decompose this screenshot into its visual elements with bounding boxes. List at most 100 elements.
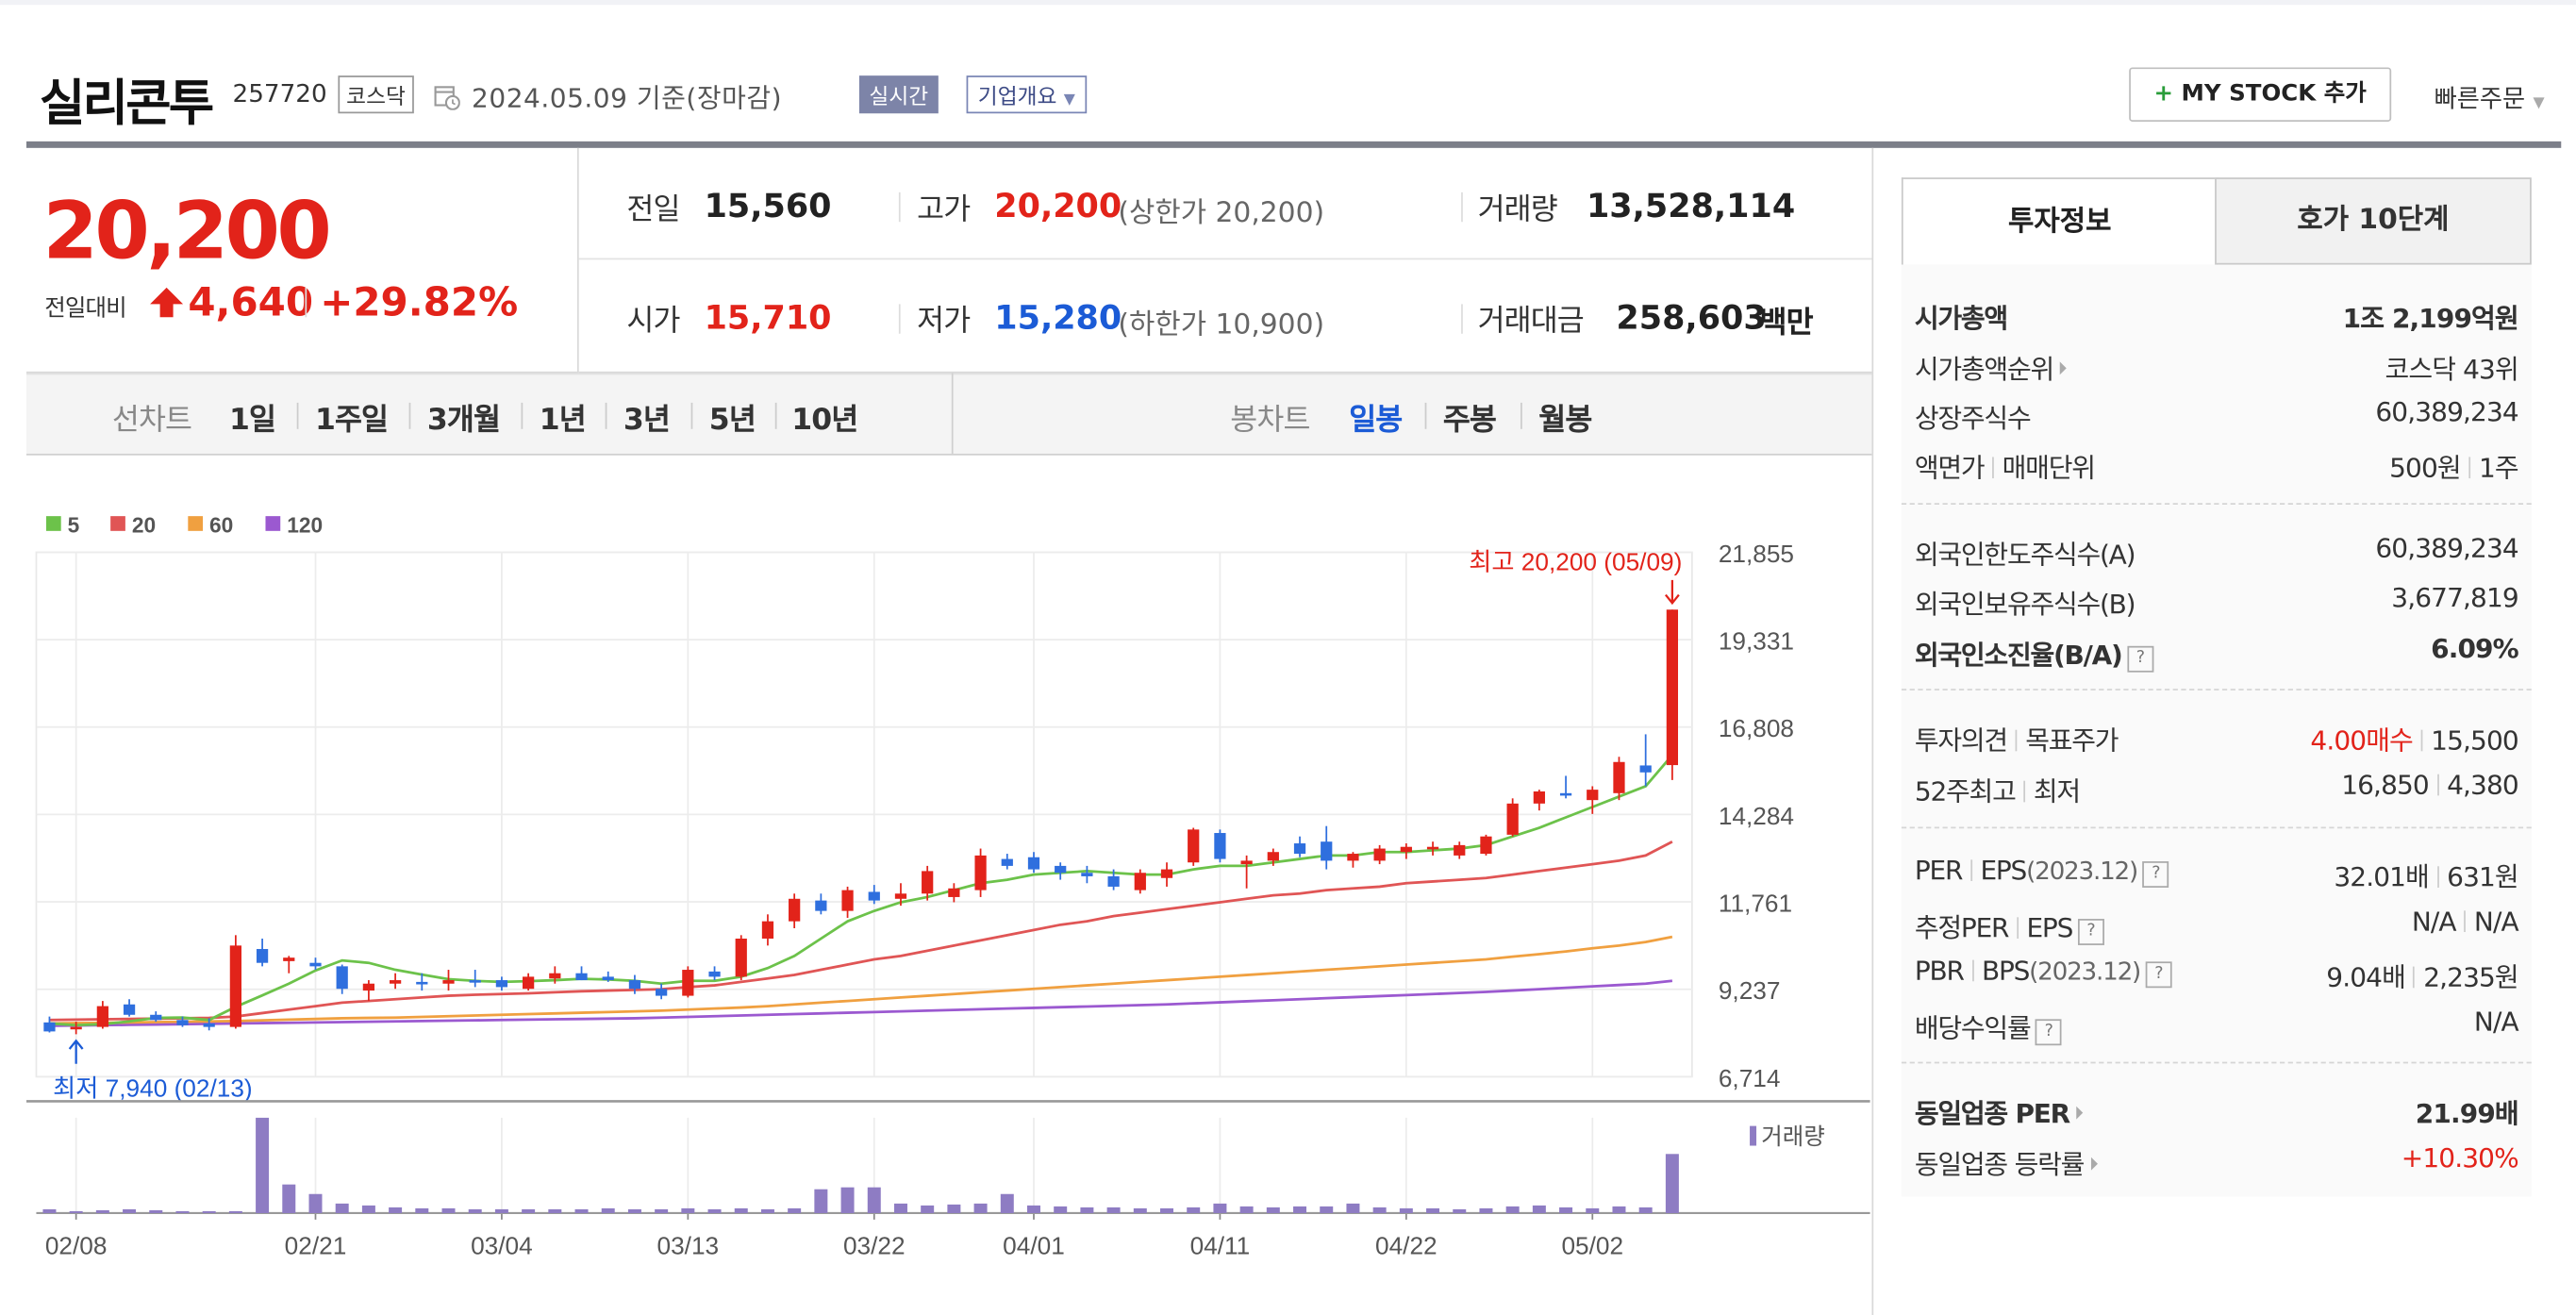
volume-bar — [149, 1209, 163, 1213]
week52-label: 52주최고 최저 — [1915, 769, 2081, 808]
y-tick-label: 16,808 — [1719, 714, 1794, 742]
divider — [305, 287, 307, 318]
divider — [1461, 304, 1463, 334]
volume-bar — [947, 1204, 961, 1213]
help-icon[interactable]: ? — [2126, 645, 2153, 673]
industry-rate-label: 동일업종 등락률 — [1914, 1149, 2085, 1181]
candle-body — [495, 980, 508, 988]
add-my-stock-button[interactable]: + MY STOCK 추가 — [2129, 67, 2392, 122]
legend-swatch — [45, 516, 61, 531]
volume-bar — [601, 1207, 615, 1213]
company-overview-dropdown[interactable]: 기업개요 ▼ — [966, 75, 1088, 114]
volume-bar — [760, 1208, 774, 1213]
chevron-down-icon: ▼ — [1063, 92, 1075, 109]
candle-body — [309, 962, 322, 967]
divider — [690, 402, 693, 429]
opinion-target-label: 투자의견 목표주가 — [1915, 718, 2119, 757]
volume-bar — [228, 1210, 242, 1213]
cap-rank-row[interactable]: 시가총액순위 — [1915, 347, 2067, 387]
candle-body — [682, 970, 694, 996]
candle-body — [416, 981, 428, 985]
help-icon[interactable]: ? — [2035, 1019, 2062, 1046]
divider — [2436, 866, 2439, 888]
line-chart-label: 선차트 — [111, 402, 192, 438]
eps-label: EPS — [1980, 855, 2027, 887]
candle-body — [442, 980, 455, 984]
prev-close-value: 15,560 — [704, 185, 832, 225]
volume-bar — [655, 1208, 669, 1213]
tab-3m[interactable]: 3개월 — [427, 396, 501, 439]
tab-weekly[interactable]: 주봉 — [1443, 396, 1497, 439]
industry-per-row[interactable]: 동일업종 PER — [1915, 1091, 2083, 1131]
volume-bar — [308, 1193, 323, 1213]
x-tick-label: 04/22 — [1375, 1232, 1438, 1260]
quick-order-link[interactable]: 빠른주문 ▼ — [2435, 80, 2545, 115]
trade-amount-unit: 백만 — [1759, 306, 1814, 341]
volume-bar — [548, 1208, 562, 1213]
tab-3y[interactable]: 3년 — [623, 396, 671, 439]
volume-bar — [1133, 1207, 1147, 1213]
per-eps-label: PER EPS(2023.12)? — [1915, 855, 2169, 888]
candle-body — [1240, 860, 1253, 865]
price-up-icon — [150, 287, 184, 318]
candle-body — [70, 1026, 82, 1030]
candle-body — [203, 1023, 215, 1027]
volume-bar — [921, 1205, 935, 1213]
industry-rate-row[interactable]: 동일업종 등락률 — [1914, 1142, 2098, 1182]
candle-body — [1055, 865, 1067, 874]
realtime-button[interactable]: 실시간 — [858, 75, 939, 114]
candle-body — [176, 1020, 189, 1025]
volume-bar — [788, 1207, 802, 1213]
candle-body — [948, 888, 960, 897]
volume-bar — [468, 1208, 482, 1213]
tab-monthly[interactable]: 월봉 — [1538, 396, 1592, 439]
tab-5y[interactable]: 5년 — [709, 396, 756, 439]
est-per-eps-value: N/A N/A — [2268, 906, 2519, 938]
divider — [951, 373, 954, 454]
tab-1w[interactable]: 1주일 — [315, 396, 389, 439]
pbr-bps-label: PBR BPS(2023.12)? — [1914, 955, 2172, 989]
trade-unit-label: 매매단위 — [2002, 452, 2096, 484]
listed-shares-label: 상장주식수 — [1914, 402, 2032, 435]
week52-value: 16,850 4,380 — [2268, 769, 2518, 800]
ma5-line — [49, 754, 1673, 1027]
price-rate: +29.82% — [320, 279, 519, 326]
candle-body — [469, 980, 481, 983]
prev-close-label: 전일 — [626, 191, 680, 227]
min-arrow-icon — [68, 1039, 84, 1064]
candle-body — [336, 966, 348, 990]
tab-invest-info[interactable]: 투자정보 — [1901, 177, 2219, 265]
candlestick-chart[interactable]: 21,855 19,331 16,808 14,284 11,761 9,237 6,714… — [25, 493, 1870, 1266]
volume-bar — [1213, 1203, 1227, 1213]
candle-body — [1587, 790, 1599, 801]
tab-10y[interactable]: 10년 — [791, 396, 858, 439]
divider — [1424, 402, 1427, 429]
divider — [1871, 147, 1874, 1315]
pbr-label: PBR — [1914, 955, 1965, 987]
volume-bar — [256, 1117, 270, 1213]
candle-body — [974, 855, 987, 891]
est-per-value: N/A — [2411, 906, 2457, 938]
calendar-clock-icon — [434, 86, 460, 110]
candle-body — [1293, 843, 1306, 855]
chevron-down-icon: ▼ — [2533, 95, 2545, 112]
legend-label: 20 — [132, 513, 156, 538]
tab-hoga-10[interactable]: 호가 10단계 — [2215, 177, 2532, 265]
tab-1d[interactable]: 1일 — [229, 396, 276, 439]
divider — [408, 402, 411, 429]
candle-body — [150, 1014, 162, 1021]
tab-1y[interactable]: 1년 — [540, 396, 587, 439]
help-icon[interactable]: ? — [2145, 961, 2172, 989]
help-icon[interactable]: ? — [2142, 861, 2169, 888]
legend-swatch — [188, 516, 204, 531]
foreign-limit-value: 60,389,234 — [2375, 532, 2518, 564]
candle-body — [708, 971, 721, 977]
cap-rank-value: 코스닥 43위 — [2385, 353, 2518, 385]
low-value: 15,280 — [994, 297, 1122, 338]
help-icon[interactable]: ? — [2077, 919, 2104, 945]
volume-bar — [1000, 1193, 1014, 1213]
x-tick-label: 04/01 — [1003, 1232, 1065, 1260]
tab-daily[interactable]: 일봉 — [1349, 396, 1403, 439]
company-overview-label: 기업개요 — [977, 85, 1057, 110]
opinion-value: 4.00매수 — [2310, 724, 2413, 757]
